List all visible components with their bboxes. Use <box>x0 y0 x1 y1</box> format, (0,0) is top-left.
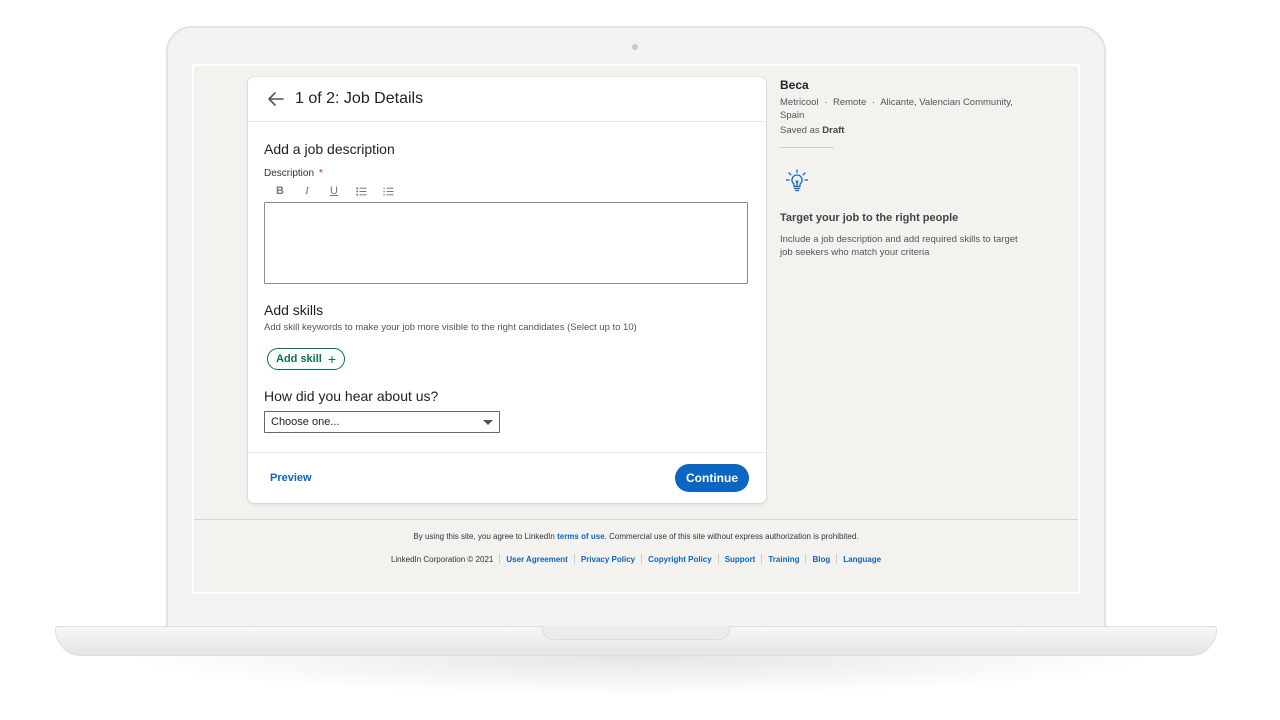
summary-divider <box>780 147 834 148</box>
screen: 1 of 2: Job Details Add a job descriptio… <box>192 64 1080 594</box>
footer-separator <box>573 554 575 564</box>
footer-separator <box>836 554 838 564</box>
job-meta: Metricool · Remote · Alicante, Valencian… <box>780 96 1040 122</box>
location-line2: Spain <box>780 110 805 121</box>
camera-dot <box>632 44 638 50</box>
continue-button[interactable]: Continue <box>675 464 749 492</box>
job-title: Beca <box>780 78 809 92</box>
lightbulb-icon <box>784 168 810 194</box>
italic-button[interactable]: I <box>297 184 317 198</box>
underline-button[interactable]: U <box>324 184 344 198</box>
footer-link-blog[interactable]: Blog <box>812 555 830 564</box>
bulleted-list-icon[interactable] <box>351 184 371 198</box>
meta-bullet: · <box>824 97 828 108</box>
referral-select-value: Choose one... <box>271 416 340 428</box>
tip-title: Target your job to the right people <box>780 212 959 224</box>
card-body: Add a job description Description * B I … <box>248 141 766 433</box>
back-arrow-icon[interactable] <box>266 89 286 109</box>
footer-separator <box>761 554 763 564</box>
workplace-type: Remote <box>833 97 867 108</box>
job-details-card: 1 of 2: Job Details Add a job descriptio… <box>248 77 766 503</box>
skills-section-subtitle: Add skill keywords to make your job more… <box>264 322 637 333</box>
meta-bullet: · <box>871 97 876 108</box>
numbered-list-icon[interactable] <box>378 184 398 198</box>
legal-text-end: . Commercial use of this site without ex… <box>604 532 859 541</box>
copyright-text: LinkedIn Corporation © 2021 <box>390 554 494 564</box>
required-mark: * <box>318 168 323 179</box>
footer-separator <box>641 554 643 564</box>
referral-source-select[interactable]: Choose one... <box>264 411 500 433</box>
legal-text-start: By using this site, you agree to LinkedI… <box>413 532 555 541</box>
job-summary-panel: Beca Metricool · Remote · Alicante, Vale… <box>780 78 1040 259</box>
footer-link-training[interactable]: Training <box>768 555 799 564</box>
preview-link[interactable]: Preview <box>270 472 312 484</box>
footer-link-user-agreement[interactable]: User Agreement <box>506 555 568 564</box>
footer-link-copyright-policy[interactable]: Copyright Policy <box>648 555 712 564</box>
footer-separator <box>499 554 501 564</box>
page-footer: By using this site, you agree to LinkedI… <box>194 519 1078 592</box>
referral-section-title: How did you hear about us? <box>264 388 439 404</box>
save-status-prefix: Saved as <box>780 125 820 136</box>
add-skill-label: Add skill <box>276 353 322 365</box>
description-label-text: Description <box>264 168 315 179</box>
card-footer: Preview Continue <box>248 452 766 503</box>
terms-of-use-link[interactable]: terms of use <box>557 532 605 541</box>
laptop-notch <box>541 626 731 640</box>
card-header: 1 of 2: Job Details <box>248 77 766 122</box>
add-skill-button[interactable]: Add skill + <box>267 348 346 370</box>
footer-link-privacy-policy[interactable]: Privacy Policy <box>581 555 635 564</box>
description-textarea[interactable] <box>264 202 748 284</box>
description-section-title: Add a job description <box>264 141 395 157</box>
laptop-shadow <box>120 656 1160 696</box>
location-line1: Alicante, Valencian Community, <box>880 97 1013 108</box>
rich-text-toolbar: B I U <box>270 184 750 198</box>
legal-notice: By using this site, you agree to LinkedI… <box>194 532 1078 541</box>
plus-icon: + <box>327 351 337 367</box>
footer-separator <box>805 554 807 564</box>
company-name: Metricool <box>780 97 819 108</box>
save-status-value: Draft <box>822 125 845 136</box>
footer-link-language[interactable]: Language <box>843 555 881 564</box>
skills-section-title: Add skills <box>264 302 324 318</box>
footer-link-support[interactable]: Support <box>725 555 756 564</box>
save-status: Saved as Draft <box>780 125 1040 136</box>
description-label: Description * <box>264 168 750 179</box>
bold-button[interactable]: B <box>270 184 290 198</box>
footer-links: LinkedIn Corporation © 2021 User Agreeme… <box>194 554 1078 564</box>
footer-separator <box>717 554 719 564</box>
caret-down-icon <box>483 419 493 425</box>
page-title: 1 of 2: Job Details <box>295 90 424 107</box>
tip-text: Include a job description and add requir… <box>780 234 1018 258</box>
